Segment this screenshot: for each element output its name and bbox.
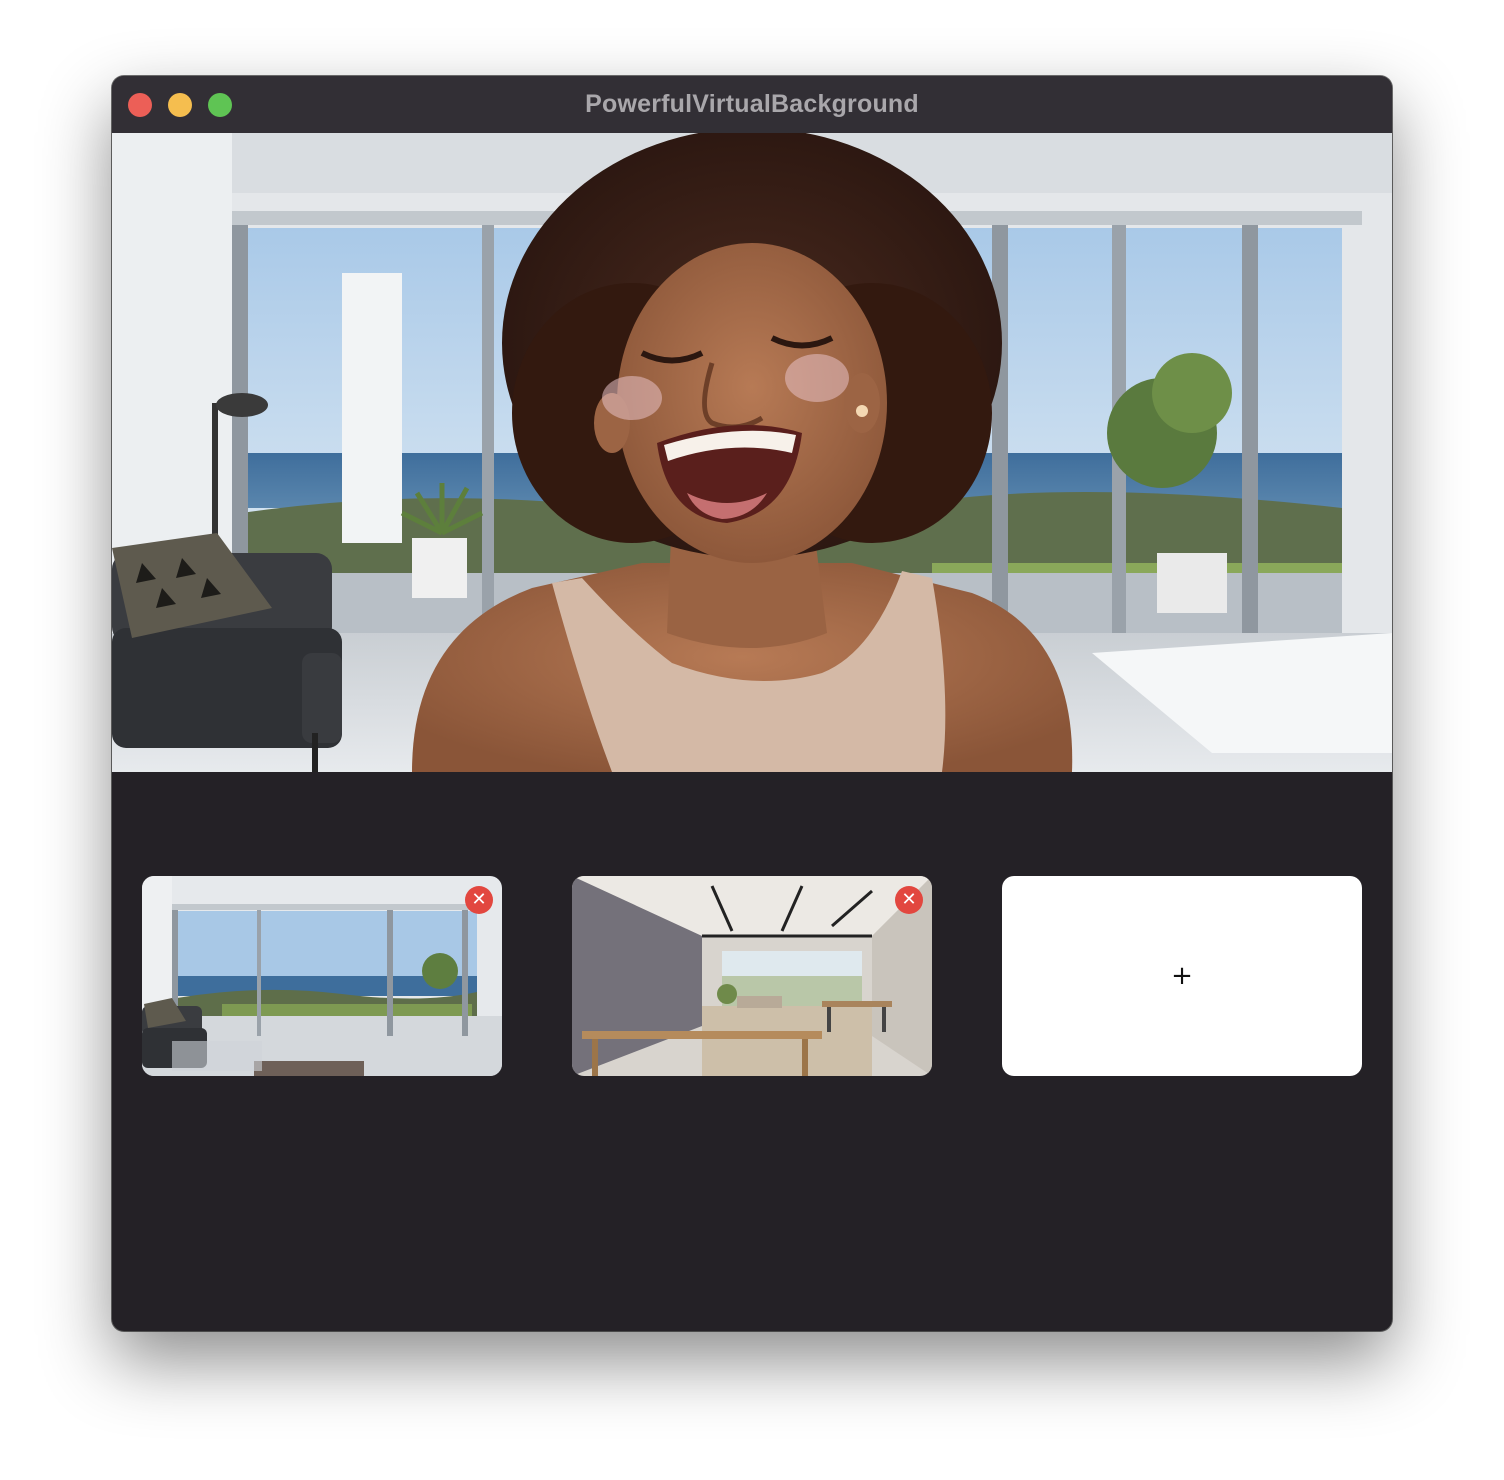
apartment-thumbnail (572, 876, 932, 1076)
background-option-apartment[interactable]: ✕ (572, 876, 932, 1076)
preview-image (112, 133, 1392, 772)
app-window: PowerfulVirtualBackground ✕ ✕ + (112, 76, 1392, 1331)
camera-preview (112, 133, 1392, 772)
seaside-thumbnail (142, 876, 502, 1076)
plus-icon: + (1171, 961, 1193, 991)
window-title: PowerfulVirtualBackground (585, 90, 919, 118)
add-background-button[interactable]: + (1002, 876, 1362, 1076)
title-bar[interactable]: PowerfulVirtualBackground (112, 76, 1392, 134)
remove-background-button[interactable]: ✕ (895, 886, 923, 914)
remove-background-button[interactable]: ✕ (465, 886, 493, 914)
background-option-seaside[interactable]: ✕ (142, 876, 502, 1076)
